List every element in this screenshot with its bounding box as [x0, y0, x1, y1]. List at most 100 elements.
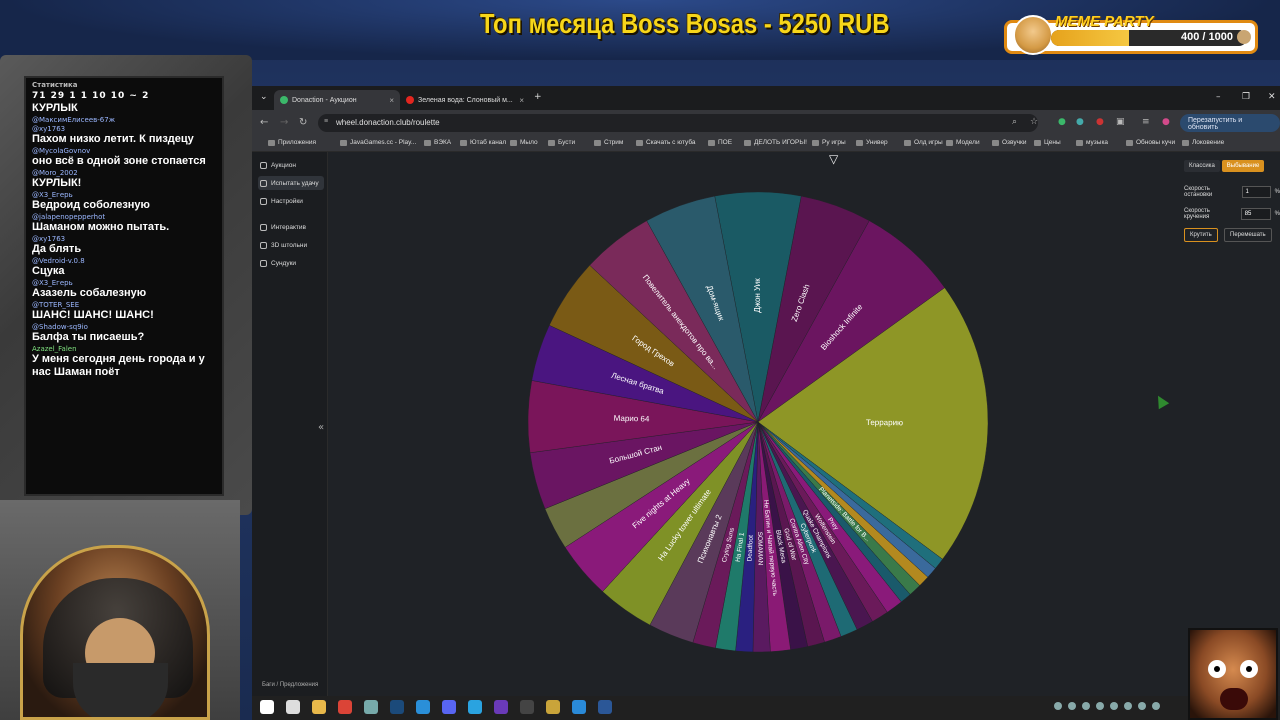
- extension-icon[interactable]: ●: [1076, 117, 1084, 127]
- bookmark-item[interactable]: Бусти: [548, 139, 575, 146]
- vs-icon[interactable]: [494, 700, 508, 714]
- close-icon[interactable]: ×: [519, 96, 524, 105]
- bookmark-item[interactable]: Озвучки: [992, 139, 1026, 146]
- bookmark-item[interactable]: Локовение: [1182, 139, 1224, 146]
- shuffle-button[interactable]: Перемешать: [1224, 228, 1272, 242]
- chat-username[interactable]: @xy1763: [32, 125, 216, 133]
- reload-icon[interactable]: ↻: [299, 117, 307, 128]
- chat-username[interactable]: @X3_Егерь: [32, 279, 216, 287]
- back-icon[interactable]: ←: [260, 117, 268, 128]
- bookmark-item[interactable]: музыка: [1076, 139, 1108, 146]
- new-tab-icon[interactable]: +: [534, 92, 542, 102]
- star-icon[interactable]: ☆: [1030, 117, 1038, 127]
- chat-username[interactable]: @Shadow-sq9io: [32, 323, 216, 331]
- search-icon[interactable]: [286, 700, 300, 714]
- bookmark-item[interactable]: ВЭКА: [424, 139, 451, 146]
- tray-icon[interactable]: [1068, 702, 1076, 710]
- bookmark-item[interactable]: Мыло: [510, 139, 538, 146]
- stop-speed-input[interactable]: 1: [1241, 186, 1271, 198]
- windows-icon[interactable]: [260, 700, 274, 714]
- chat-username[interactable]: @jalapenopepperhot: [32, 213, 216, 221]
- sidebar-item[interactable]: 3D штольни: [258, 238, 324, 252]
- sidebar-item[interactable]: Аукцион: [258, 158, 324, 172]
- chat-username[interactable]: @Vedroid-v.0.8: [32, 257, 216, 265]
- bookmark-item[interactable]: Стрим: [594, 139, 623, 146]
- sidebar-item[interactable]: Испытать удачу: [258, 176, 324, 190]
- spin-button[interactable]: Крутить: [1184, 228, 1218, 242]
- obs-icon[interactable]: [520, 700, 534, 714]
- chat-username[interactable]: @TOTER_SEE: [32, 301, 216, 309]
- bookmark-item[interactable]: ПОЕ: [708, 139, 732, 146]
- sidebar-item[interactable]: Настройки: [258, 194, 324, 208]
- chat-username[interactable]: Azazel_Falen: [32, 345, 216, 353]
- explorer-icon[interactable]: [312, 700, 326, 714]
- nav-icon: [260, 179, 267, 187]
- files-icon[interactable]: [364, 700, 378, 714]
- bookmark-item[interactable]: ДЕЛОТЬ ИГОРЫ!: [744, 139, 807, 146]
- minimize-icon[interactable]: –: [1216, 92, 1221, 102]
- mode-classic-button[interactable]: Классика: [1184, 160, 1220, 172]
- tray-icon[interactable]: [1096, 702, 1104, 710]
- bookmark-item[interactable]: Ру игры: [812, 139, 846, 146]
- bookmark-item[interactable]: JavaGames.cc - Play...: [340, 139, 416, 146]
- maximize-icon[interactable]: ❐: [1242, 92, 1250, 102]
- edge-icon[interactable]: [416, 700, 430, 714]
- profile-avatar-icon[interactable]: ●: [1162, 117, 1170, 127]
- tray-icon[interactable]: [1110, 702, 1118, 710]
- bookmark-item[interactable]: Универ: [856, 139, 888, 146]
- close-icon[interactable]: ×: [389, 96, 394, 105]
- vscode-icon[interactable]: [572, 700, 586, 714]
- tray-icon[interactable]: [1152, 702, 1160, 710]
- tray-icon[interactable]: [1138, 702, 1146, 710]
- chat-text: Да блять: [32, 243, 82, 255]
- tray-icon[interactable]: [1054, 702, 1062, 710]
- bookmark-item[interactable]: Приложения: [268, 139, 316, 146]
- bookmark-item[interactable]: Цены: [1034, 139, 1061, 146]
- bookmark-label: Стрим: [604, 139, 624, 146]
- telegram-icon[interactable]: [468, 700, 482, 714]
- url-field[interactable]: ≡ wheel.donaction.club/roulette: [318, 114, 1038, 132]
- extension-icon[interactable]: ●: [1058, 117, 1066, 127]
- spin-speed-input[interactable]: 85: [1240, 208, 1271, 220]
- mode-elimination-button[interactable]: Выбывание: [1221, 160, 1265, 172]
- roulette-wheel[interactable]: Джон Уик Zero Clash Bioshock InfiniteТерра…: [328, 152, 1280, 696]
- bookmark-item[interactable]: Ютаб канал: [460, 139, 506, 146]
- downloads-icon[interactable]: ≡: [1142, 117, 1150, 127]
- chat-username[interactable]: @xy1763: [32, 235, 216, 243]
- sidebar-item[interactable]: Сундуки: [258, 256, 324, 270]
- extensions-puzzle-icon[interactable]: ▣: [1116, 117, 1125, 127]
- nav-icon: [260, 223, 267, 231]
- bookmark-item[interactable]: Скачать с ютуба: [636, 139, 696, 146]
- relaunch-button[interactable]: Перезапустить и обновить: [1180, 114, 1280, 132]
- app-icon[interactable]: [546, 700, 560, 714]
- tab-donaction[interactable]: Donaction - Аукцион ×: [274, 90, 400, 110]
- tab-search-icon[interactable]: ⌄: [260, 92, 268, 102]
- word-icon[interactable]: [598, 700, 612, 714]
- bookmark-item[interactable]: Обновы кучи: [1126, 139, 1175, 146]
- bookmark-item[interactable]: Олд игры: [904, 139, 943, 146]
- extension-icon[interactable]: ●: [1096, 117, 1104, 127]
- sidebar-item[interactable]: Интерактив: [258, 220, 324, 234]
- close-window-icon[interactable]: ✕: [1268, 92, 1276, 102]
- site-info-icon[interactable]: ≡: [324, 118, 332, 126]
- chat-username[interactable]: @Moro_2002: [32, 169, 216, 177]
- chrome-icon[interactable]: [338, 700, 352, 714]
- chat-username[interactable]: @МаксимЕлисеев-67ж: [32, 116, 216, 124]
- spin-speed-row: Скорость кручения 85 %: [1184, 208, 1280, 220]
- stats-row: 71 29 1 1 10 10 ~ 2: [32, 91, 150, 101]
- chat-text: Шаманом можно пытать.: [32, 221, 170, 233]
- folder-icon: [340, 139, 347, 146]
- tray-icon[interactable]: [1082, 702, 1090, 710]
- discord-icon[interactable]: [442, 700, 456, 714]
- collapse-icon[interactable]: «: [318, 422, 324, 433]
- steam-icon[interactable]: [390, 700, 404, 714]
- chat-message: @X3_Егерь Ведроид соболезную: [32, 191, 216, 212]
- tab-youtube[interactable]: Зеленая вода: Слоновый м... ×: [400, 90, 530, 110]
- tray-icon[interactable]: [1124, 702, 1132, 710]
- chat-username[interactable]: @MycolaGovnov: [32, 147, 216, 155]
- chat-username[interactable]: @X3_Егерь: [32, 191, 216, 199]
- bugs-link[interactable]: Баги / Предложения: [262, 682, 318, 688]
- zoom-icon[interactable]: ⌕: [1012, 117, 1017, 127]
- bookmark-item[interactable]: Модели: [946, 139, 980, 146]
- forward-icon[interactable]: →: [280, 117, 288, 128]
